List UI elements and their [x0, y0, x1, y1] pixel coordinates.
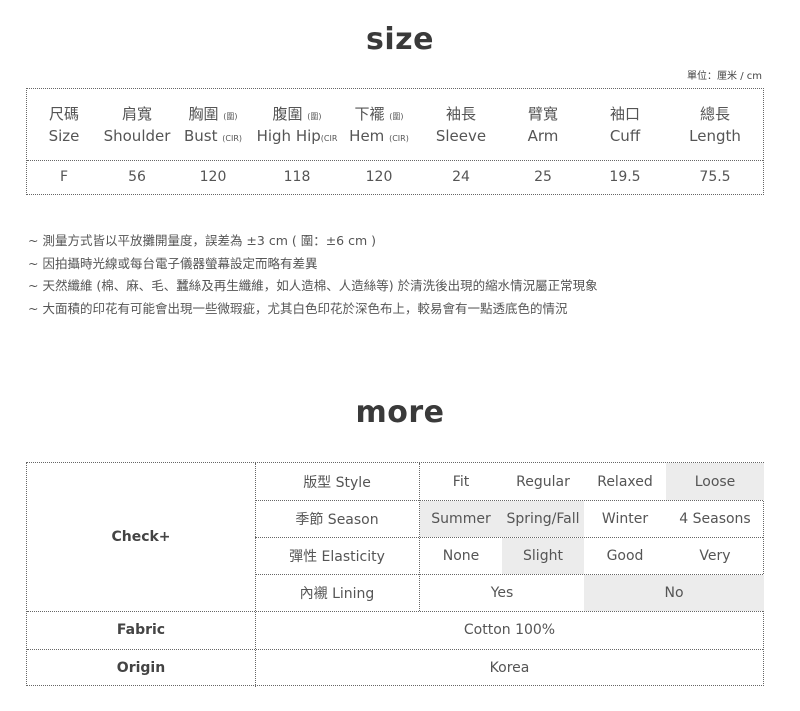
elasticity-option-slight: Slight [502, 538, 584, 574]
origin-value: Korea [489, 659, 530, 676]
size-table-divider [27, 160, 763, 161]
bust-value: 120 [199, 169, 227, 185]
care-notes: ~ 測量方式皆以平放攤開量度，誤差為 ±3 cm ( 圍：±6 cm ) ~ 因… [28, 230, 598, 320]
size-section-title: size [366, 22, 434, 57]
high-hip-header-zh: 腹圍 (圍) [272, 105, 322, 123]
arm-header-en: Arm [527, 127, 559, 145]
style-label: 版型 Style [303, 474, 371, 491]
hem-header-en: Hem (CIR) [349, 127, 409, 145]
note-line: ~ 因拍攝時光線或每台電子儀器螢幕設定而略有差異 [28, 255, 318, 271]
fabric-value: Cotton 100% [463, 622, 556, 638]
sleeve-header-zh: 袖長 [445, 105, 477, 123]
elasticity-option-good: Good [606, 547, 644, 564]
season-option-spring-fall: Spring/Fall [502, 501, 584, 537]
shoulder-header-en: Shoulder [103, 127, 171, 145]
bust-header-en: Bust (CIR) [183, 127, 243, 145]
more-section-title: more [355, 395, 445, 430]
origin-label: Origin [116, 659, 166, 676]
season-option-4-seasons: 4 Seasons [679, 510, 751, 527]
size-value: F [59, 169, 69, 185]
elasticity-option-very: Very [699, 547, 731, 564]
cuff-header-zh: 袖口 [609, 105, 641, 123]
hem-value: 120 [365, 169, 393, 185]
elasticity-option-none: None [442, 547, 480, 564]
lining-option-no: No [584, 575, 764, 611]
high-hip-value: 118 [283, 169, 311, 185]
note-line: ~ 大面積的印花有可能會出現一些微瑕疵，尤其白色印花於深色布上，較易會有一點透底… [28, 300, 568, 316]
shoulder-value: 56 [128, 169, 146, 185]
unit-label: 單位：厘米 / cm [687, 71, 762, 82]
lining-label: 內襯 Lining [299, 585, 375, 602]
season-option-winter: Winter [601, 510, 649, 527]
style-option-relaxed: Relaxed [597, 473, 653, 490]
style-option-loose: Loose [666, 463, 764, 500]
style-option-regular: Regular [516, 473, 570, 490]
cuff-value: 19.5 [609, 169, 641, 185]
season-label: 季節 Season [295, 511, 379, 528]
arm-header-zh: 臂寬 [527, 105, 559, 123]
check-label: Check+ [111, 529, 171, 545]
bust-header-zh: 胸圍 (圍) [188, 105, 238, 123]
elasticity-label: 彈性 Elasticity [289, 548, 385, 565]
arm-value: 25 [534, 169, 552, 185]
length-value: 75.5 [699, 169, 731, 185]
sleeve-value: 24 [452, 169, 470, 185]
note-line: ~ 測量方式皆以平放攤開量度，誤差為 ±3 cm ( 圍：±6 cm ) [28, 233, 376, 248]
sleeve-header-en: Sleeve [435, 127, 487, 145]
lining-option-yes: Yes [490, 584, 514, 601]
length-header-en: Length [689, 127, 741, 145]
length-header-zh: 總長 [699, 105, 731, 123]
season-option-summer: Summer [420, 501, 502, 537]
size-table: 尺碼 Size F 肩寬 Shoulder 56 胸圍 (圍) Bust (CI… [26, 88, 764, 195]
fabric-label: Fabric [116, 622, 166, 638]
size-header-zh: 尺碼 [48, 105, 80, 123]
high-hip-header-en: High Hip(CIR [256, 127, 338, 145]
size-header-en: Size [48, 127, 80, 145]
note-line: ~ 天然纖維 (棉、麻、毛、蠶絲及再生纖維，如人造棉、人造絲等) 於清洗後出現的… [28, 278, 598, 293]
hem-header-zh: 下襬 (圍) [354, 105, 404, 123]
shoulder-header-zh: 肩寬 [121, 105, 153, 123]
more-table: Check+ 版型 Style Fit Regular Relaxed Loos… [26, 462, 764, 687]
style-option-fit: Fit [452, 473, 470, 490]
cuff-header-en: Cuff [609, 127, 641, 145]
